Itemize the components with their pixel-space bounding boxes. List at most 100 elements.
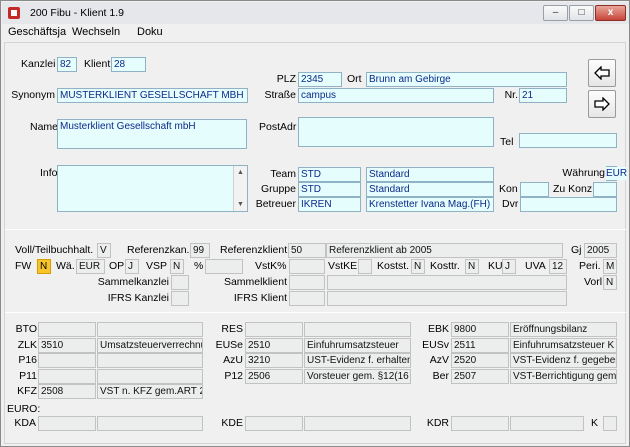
ifrsklient-name-field [327, 291, 567, 306]
prev-client-button[interactable] [588, 59, 616, 87]
kostst-field[interactable]: N [411, 259, 425, 274]
account-code-p11[interactable] [38, 369, 96, 384]
account-desc-kfz: VST n. KFZ gem.ART 2 [97, 384, 203, 399]
betreuer-code-field[interactable]: IKREN [298, 197, 361, 212]
arrow-right-icon [594, 97, 610, 111]
wae-field[interactable]: EUR [76, 259, 105, 274]
sammelklient-field[interactable] [289, 275, 325, 290]
pct-field[interactable] [205, 259, 243, 274]
account-code-zlk[interactable]: 3510 [38, 338, 96, 353]
account-code-p16[interactable] [38, 353, 96, 368]
kon-field[interactable] [520, 182, 549, 197]
kosttr-label: Kosttr. [430, 260, 460, 272]
peri-field[interactable]: M [603, 259, 617, 274]
plz-field[interactable]: 2345 [298, 72, 342, 87]
betreuer-name-field[interactable]: Krenstetter Ivana Mag.(FH) [366, 197, 494, 212]
ku-label: KU [488, 260, 503, 272]
account-label-ber: Ber [432, 370, 449, 382]
gj-field[interactable]: 2005 [584, 243, 617, 258]
account-code-eusv[interactable]: 2511 [451, 338, 509, 353]
account-code-azv[interactable]: 2520 [451, 353, 509, 368]
klient-field[interactable]: 28 [111, 57, 146, 72]
gruppe-label: Gruppe [260, 183, 296, 195]
account-desc-ber: VST-Berrichtigung gem [510, 369, 617, 384]
account-label-p12: P12 [224, 370, 243, 382]
menu-wechseln[interactable]: Wechseln [72, 26, 120, 38]
vorl-field[interactable]: N [603, 275, 617, 290]
ifrskanzlei-label: IFRS Kanzlei [107, 292, 169, 304]
strasse-label: Straße [264, 89, 296, 101]
sammelkanzlei-field[interactable] [171, 275, 189, 290]
kde-code-field[interactable] [245, 416, 303, 431]
vsp-label: VSP [146, 260, 168, 272]
ifrsklient-field[interactable] [289, 291, 325, 306]
kdr-code-field[interactable] [451, 416, 509, 431]
refkanzlei-field[interactable]: 99 [190, 243, 210, 258]
next-client-button[interactable] [588, 90, 616, 118]
account-code-bto[interactable] [38, 322, 96, 337]
scroll-down-icon[interactable]: ▼ [234, 198, 247, 211]
waehrung-value: EUR [606, 167, 628, 180]
close-button[interactable]: x [595, 5, 626, 21]
ku-field[interactable]: J [502, 259, 516, 274]
account-code-p12[interactable]: 2506 [245, 369, 303, 384]
account-desc-ebk: Eröffnungsbilanz [510, 322, 617, 337]
zukonz-field[interactable] [593, 182, 617, 197]
maximize-button[interactable]: □ [569, 5, 594, 21]
nr-field[interactable]: 21 [519, 88, 567, 103]
uva-field[interactable]: 12 [549, 259, 567, 274]
waehrung-field[interactable]: EUR [606, 166, 628, 181]
tel-field[interactable] [519, 133, 617, 148]
k-field[interactable] [603, 416, 617, 431]
app-window: 200 Fibu - Klient 1.9 – □ x Geschäftsja … [0, 0, 630, 447]
minimize-button[interactable]: – [543, 5, 568, 21]
dvr-field[interactable] [520, 197, 617, 212]
op-field[interactable]: J [125, 259, 139, 274]
account-label-res: RES [221, 323, 243, 335]
team-name-field[interactable]: Standard [366, 167, 494, 182]
gruppe-code-field[interactable]: STD [298, 182, 361, 197]
ort-field[interactable]: Brunn am Gebirge [366, 72, 567, 87]
menu-geschaeftsjahr[interactable]: Geschäftsja [8, 26, 66, 38]
voll-field[interactable]: V [97, 243, 111, 258]
account-code-ber[interactable]: 2507 [451, 369, 509, 384]
account-code-kfz[interactable]: 2508 [38, 384, 96, 399]
synonym-field[interactable]: MUSTERKLIENT GESELLSCHAFT MBH [57, 88, 248, 103]
account-code-euse[interactable]: 2510 [245, 338, 303, 353]
menu-doku[interactable]: Doku [137, 26, 163, 38]
account-code-res[interactable] [245, 322, 303, 337]
gruppe-name-field[interactable]: Standard [366, 182, 494, 197]
strasse-field[interactable]: campus [298, 88, 494, 103]
kosttr-field[interactable]: N [465, 259, 479, 274]
kdr-desc-field [510, 416, 584, 431]
vsp-field[interactable]: N [170, 259, 184, 274]
ifrskanzlei-field[interactable] [171, 291, 189, 306]
account-desc-p16 [97, 353, 203, 368]
scroll-up-icon[interactable]: ▲ [234, 166, 247, 179]
k-label: K [591, 417, 599, 429]
tel-label: Tel [500, 136, 514, 148]
account-desc-p12: Vorsteuer gem. §12(16 [304, 369, 411, 384]
fw-field[interactable]: N [37, 259, 51, 274]
kda-label: KDA [14, 417, 36, 429]
info-field[interactable] [57, 165, 248, 212]
kanzlei-label: Kanzlei [21, 58, 56, 70]
sammelklient-name-field [327, 275, 567, 290]
team-code-field[interactable]: STD [298, 167, 361, 182]
klient-label: Klient [84, 58, 111, 70]
vstke-field[interactable] [358, 259, 372, 274]
menu-bar: Geschäftsja Wechseln Doku [2, 24, 629, 41]
vstk-field[interactable] [289, 259, 325, 274]
info-scrollbar[interactable]: ▲ ▼ [233, 166, 247, 211]
refklient-name-field: Referenzklient ab 2005 [326, 243, 563, 258]
euro-heading: EURO: [7, 403, 41, 415]
kda-code-field[interactable] [38, 416, 96, 431]
account-code-ebk[interactable]: 9800 [451, 322, 509, 337]
wae-label: Wä. [56, 260, 75, 272]
account-label-azu: AzU [223, 354, 243, 366]
postadr-field[interactable] [298, 117, 494, 147]
kanzlei-field[interactable]: 82 [57, 57, 77, 72]
refklient-field[interactable]: 50 [288, 243, 326, 258]
account-code-azu[interactable]: 3210 [245, 353, 303, 368]
name-field[interactable]: Musterklient Gesellschaft mbH [57, 119, 247, 149]
